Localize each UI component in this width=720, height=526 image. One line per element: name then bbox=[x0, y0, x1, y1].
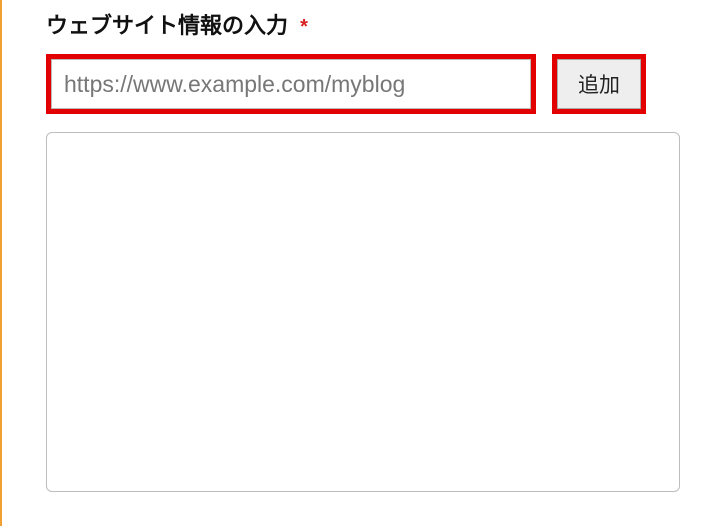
section-label-row: ウェブサイト情報の入力 * bbox=[46, 8, 694, 40]
highlight-add-button: 追加 bbox=[552, 54, 646, 114]
page-root: ウェブサイト情報の入力 * 追加 bbox=[0, 0, 720, 526]
url-input-row: 追加 bbox=[46, 54, 694, 114]
highlight-url-input bbox=[46, 54, 536, 114]
websites-listbox[interactable] bbox=[46, 132, 680, 492]
form-section: ウェブサイト情報の入力 * 追加 bbox=[2, 8, 720, 492]
add-button[interactable]: 追加 bbox=[557, 59, 641, 109]
required-mark: * bbox=[300, 16, 308, 38]
section-label: ウェブサイト情報の入力 bbox=[46, 13, 288, 38]
website-url-input[interactable] bbox=[51, 59, 531, 109]
